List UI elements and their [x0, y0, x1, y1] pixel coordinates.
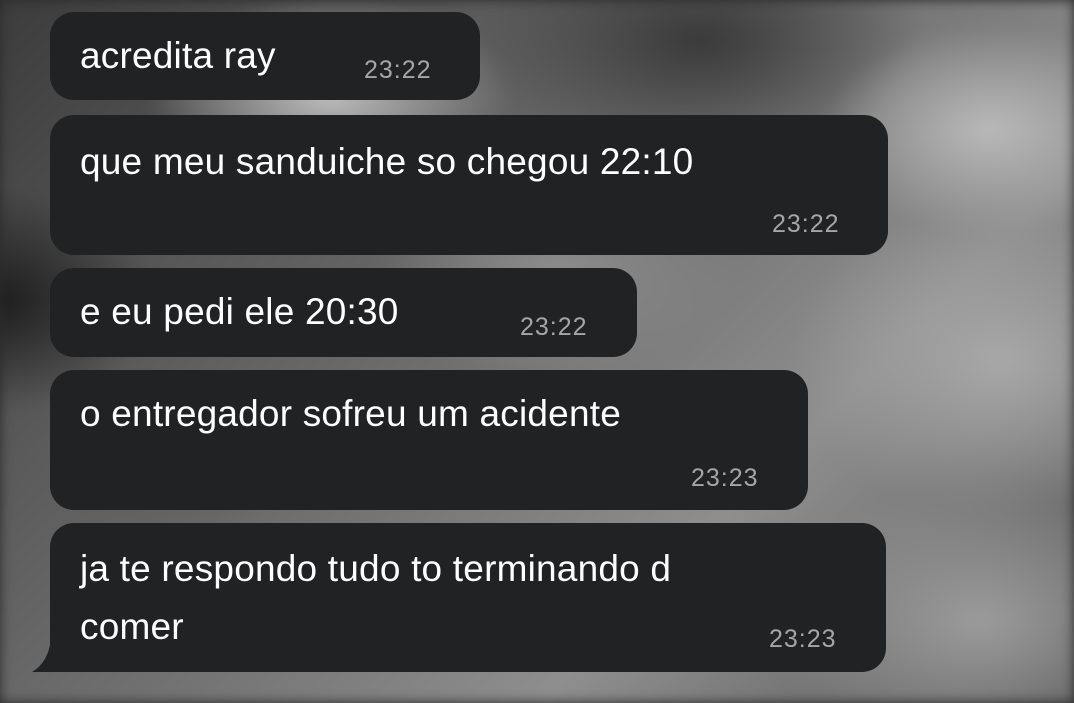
- message-timestamp: 23:22: [772, 210, 840, 238]
- message-timestamp: 23:23: [769, 625, 837, 653]
- message-timestamp: 23:22: [520, 313, 588, 341]
- message-bubble[interactable]: o entregador sofreu um acidente 23:23: [50, 370, 808, 510]
- message-bubble[interactable]: acredita ray 23:22: [50, 12, 480, 100]
- message-text: o entregador sofreu um acidente: [80, 393, 621, 434]
- message-timestamp: 23:22: [364, 56, 432, 84]
- message-list[interactable]: acredita ray 23:22 que meu sanduiche so …: [0, 0, 1074, 703]
- message-timestamp: 23:23: [691, 464, 759, 492]
- message-bubble[interactable]: ja te respondo tudo to terminando d come…: [50, 523, 886, 672]
- message-bubble[interactable]: que meu sanduiche so chegou 22:10 23:22: [50, 115, 888, 255]
- message-text-line-1: ja te respondo tudo to terminando d: [80, 548, 672, 589]
- message-text: e eu pedi ele 20:30: [80, 291, 399, 332]
- message-text: que meu sanduiche so chegou 22:10: [80, 141, 694, 182]
- message-bubble[interactable]: e eu pedi ele 20:30 23:22: [50, 268, 637, 357]
- message-text-line-2: comer: [80, 606, 184, 647]
- message-text: acredita ray: [80, 35, 276, 76]
